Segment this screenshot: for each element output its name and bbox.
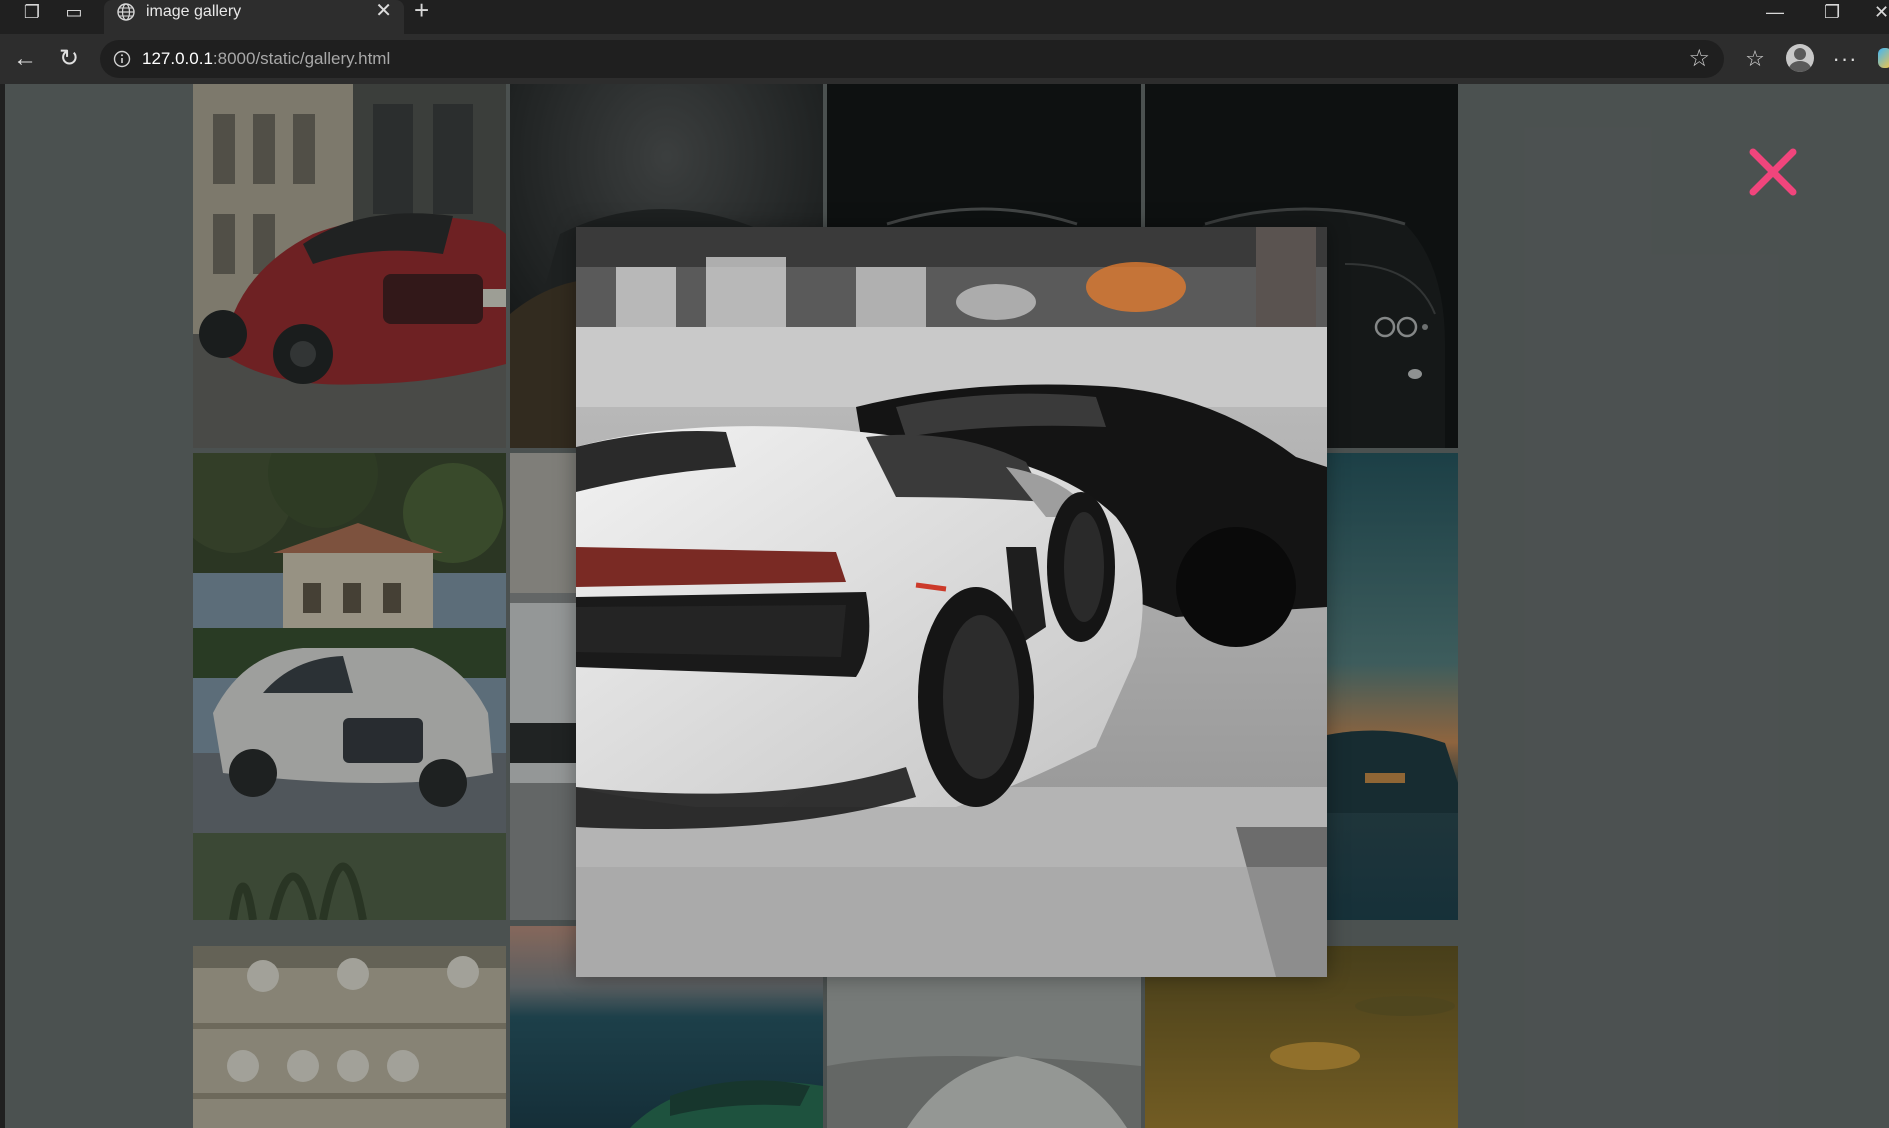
info-icon[interactable]	[112, 49, 132, 69]
tab-title: image gallery	[146, 3, 242, 20]
browser-toolbar: ← ↻ 127.0.0.1:8000/static/gallery.html ☆…	[0, 34, 1889, 84]
url-path: :8000/static/gallery.html	[212, 49, 391, 68]
more-menu-icon[interactable]: ···	[1828, 44, 1862, 74]
reload-button[interactable]: ↻	[54, 44, 84, 74]
favorite-star-icon[interactable]: ☆	[1688, 46, 1710, 72]
window-close-icon[interactable]: ✕	[1874, 0, 1889, 24]
page-viewport	[5, 84, 1889, 1128]
url-host: 127.0.0.1	[142, 49, 213, 68]
back-button[interactable]: ←	[10, 44, 40, 74]
tab-active[interactable]: image gallery ✕	[104, 0, 404, 34]
tab-close-icon[interactable]: ✕	[375, 0, 392, 22]
workspaces-icon[interactable]: ❐	[18, 0, 46, 24]
profile-avatar[interactable]	[1786, 44, 1814, 72]
copilot-icon[interactable]	[1878, 48, 1889, 68]
close-lightbox-icon[interactable]	[1745, 144, 1801, 200]
minimize-icon[interactable]: —	[1766, 0, 1784, 24]
url-text: 127.0.0.1:8000/static/gallery.html	[142, 49, 390, 69]
favorites-icon[interactable]: ☆	[1740, 44, 1770, 74]
lightbox-image	[576, 227, 1327, 977]
title-bar: ❐ ▭ image gallery ✕ + — ❐ ✕	[0, 0, 1889, 34]
new-tab-button[interactable]: +	[414, 0, 429, 23]
tab-actions-icon[interactable]: ▭	[60, 0, 88, 24]
address-bar[interactable]: 127.0.0.1:8000/static/gallery.html ☆	[100, 40, 1724, 78]
maximize-icon[interactable]: ❐	[1824, 0, 1840, 24]
globe-icon	[117, 3, 135, 21]
